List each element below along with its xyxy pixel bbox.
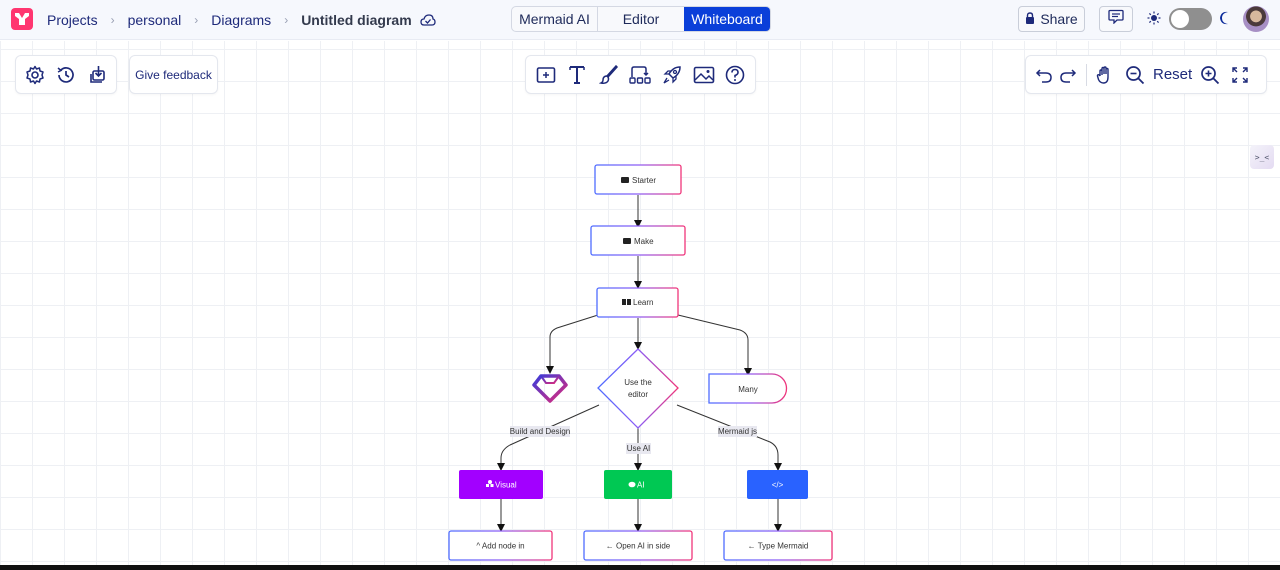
svg-text:← Type Mermaid: ← Type Mermaid [748,542,809,551]
node-ai[interactable]: AI [604,470,672,499]
book-icon [622,299,626,305]
video-icon [623,238,631,244]
node-many[interactable]: Many [708,373,788,404]
node-type-mermaid[interactable]: ← Type Mermaid [723,530,833,561]
node-open-ai-in-side[interactable]: ← Open AI in side [583,530,693,561]
svg-text:Build and Design: Build and Design [510,427,570,436]
node-visual[interactable]: Visual [459,470,543,499]
node-use-the-editor[interactable]: Use the editor [597,348,679,429]
node-add-node-in[interactable]: ^ Add node in [448,530,553,561]
svg-text:Mermaid js: Mermaid js [718,427,757,436]
edge-label-use-ai: Use AI [626,443,651,454]
video-icon [621,177,629,183]
node-code[interactable]: </> [747,470,808,499]
node-learn[interactable]: Learn [596,287,679,318]
bottom-edge [0,565,1280,570]
svg-text:Learn: Learn [633,298,653,307]
svg-text:Make: Make [634,237,654,246]
svg-text:Many: Many [738,385,758,394]
edge-learn-gem [546,314,599,374]
svg-text:Use the: Use the [624,378,652,387]
edge-label-build-design: Build and Design [510,426,570,437]
node-make[interactable]: Make [590,225,686,256]
svg-text:Visual: Visual [495,481,517,490]
edge-learn-many [677,314,752,376]
gem-icon[interactable] [532,374,568,403]
svg-text:Use AI: Use AI [627,444,651,453]
svg-text:Starter: Starter [632,176,656,185]
svg-text:AI: AI [637,481,645,490]
svg-text:← Open AI in side: ← Open AI in side [606,542,671,551]
svg-text:editor: editor [628,390,648,399]
edge-label-mermaid-js: Mermaid js [718,426,757,437]
node-starter[interactable]: Starter [594,164,682,195]
svg-text:^ Add node in: ^ Add node in [476,542,524,551]
mermaid-diagram: Build and Design Use AI Mermaid js Start… [448,164,833,561]
chat-bubble-icon [628,481,636,488]
code-icon: </> [772,481,784,490]
